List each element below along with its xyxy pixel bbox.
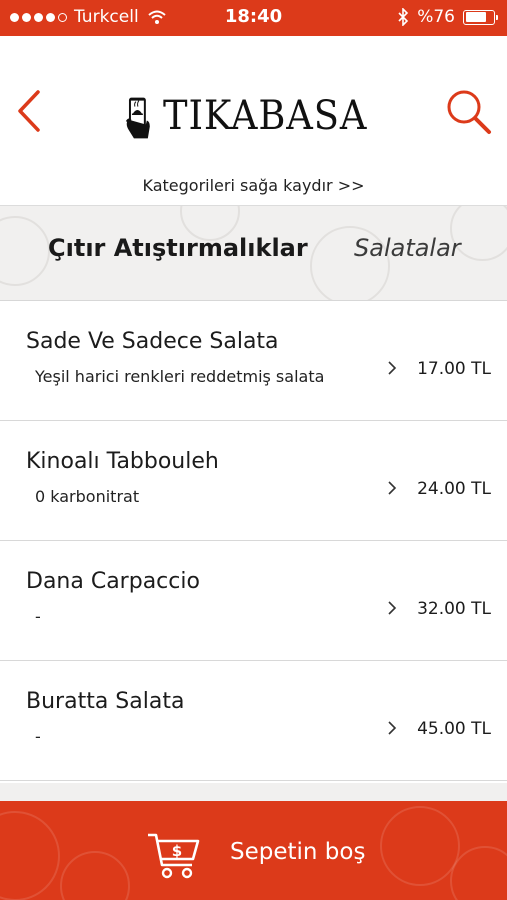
phone-hand-logo-icon xyxy=(125,97,150,139)
menu-item[interactable]: Kinoalı Tabbouleh 0 karbonitrat 24.00 TL xyxy=(0,421,507,541)
menu-item-name: Sade Ve Sadece Salata xyxy=(26,329,279,354)
menu-item-description: Yeşil harici renkleri reddetmiş salata xyxy=(35,367,325,386)
menu-item-name: Buratta Salata xyxy=(26,689,185,714)
status-bar: Turkcell 18:40 %76 xyxy=(0,0,507,36)
list-footer-background xyxy=(0,783,507,801)
menu-item-description: 0 karbonitrat xyxy=(35,487,140,506)
menu-item-price: 32.00 TL xyxy=(417,599,491,619)
menu-item-price: 24.00 TL xyxy=(417,479,491,499)
category-tabs[interactable]: Çıtır Atıştırmalıklar Salatalar xyxy=(0,206,507,301)
battery-icon xyxy=(463,9,498,25)
menu-list: Sade Ve Sadece Salata Yeşil harici renkl… xyxy=(0,301,507,781)
menu-item-name: Kinoalı Tabbouleh xyxy=(26,449,219,474)
cart-bar[interactable]: $ Sepetin boş xyxy=(0,801,507,900)
chevron-left-icon xyxy=(18,90,40,132)
battery-percent: %76 xyxy=(417,7,455,27)
brand-logo: TIKABASA xyxy=(125,66,385,166)
svg-text:$: $ xyxy=(172,842,182,860)
battery-fill xyxy=(465,12,487,22)
tab-salatalar[interactable]: Salatalar xyxy=(354,234,461,262)
logo-text: TIKABASA xyxy=(162,93,368,139)
menu-item-price: 17.00 TL xyxy=(417,359,491,379)
menu-item-description: - xyxy=(35,607,41,626)
search-icon xyxy=(447,90,491,134)
chevron-right-icon xyxy=(388,721,397,735)
chevron-right-icon xyxy=(388,361,397,375)
shopping-cart-icon: $ xyxy=(148,833,200,879)
menu-item[interactable]: Sade Ve Sadece Salata Yeşil harici renkl… xyxy=(0,301,507,421)
app-header: TIKABASA Kategorileri sağa kaydır >> xyxy=(0,36,507,206)
menu-item[interactable]: Buratta Salata - 45.00 TL xyxy=(0,661,507,781)
back-button[interactable] xyxy=(10,86,50,136)
chevron-right-icon xyxy=(388,481,397,495)
menu-item[interactable]: Dana Carpaccio - 32.00 TL xyxy=(0,541,507,661)
status-right: %76 xyxy=(398,7,498,27)
cart-status-label: Sepetin boş xyxy=(230,839,366,865)
bluetooth-icon xyxy=(398,8,409,26)
menu-item-price: 45.00 TL xyxy=(417,719,491,739)
chevron-right-icon xyxy=(388,601,397,615)
search-button[interactable] xyxy=(443,86,495,138)
menu-item-name: Dana Carpaccio xyxy=(26,569,200,594)
category-scroll-hint: Kategorileri sağa kaydır >> xyxy=(142,176,365,195)
menu-item-description: - xyxy=(35,727,41,746)
tab-citir-atistirmaliklar[interactable]: Çıtır Atıştırmalıklar xyxy=(48,234,308,262)
